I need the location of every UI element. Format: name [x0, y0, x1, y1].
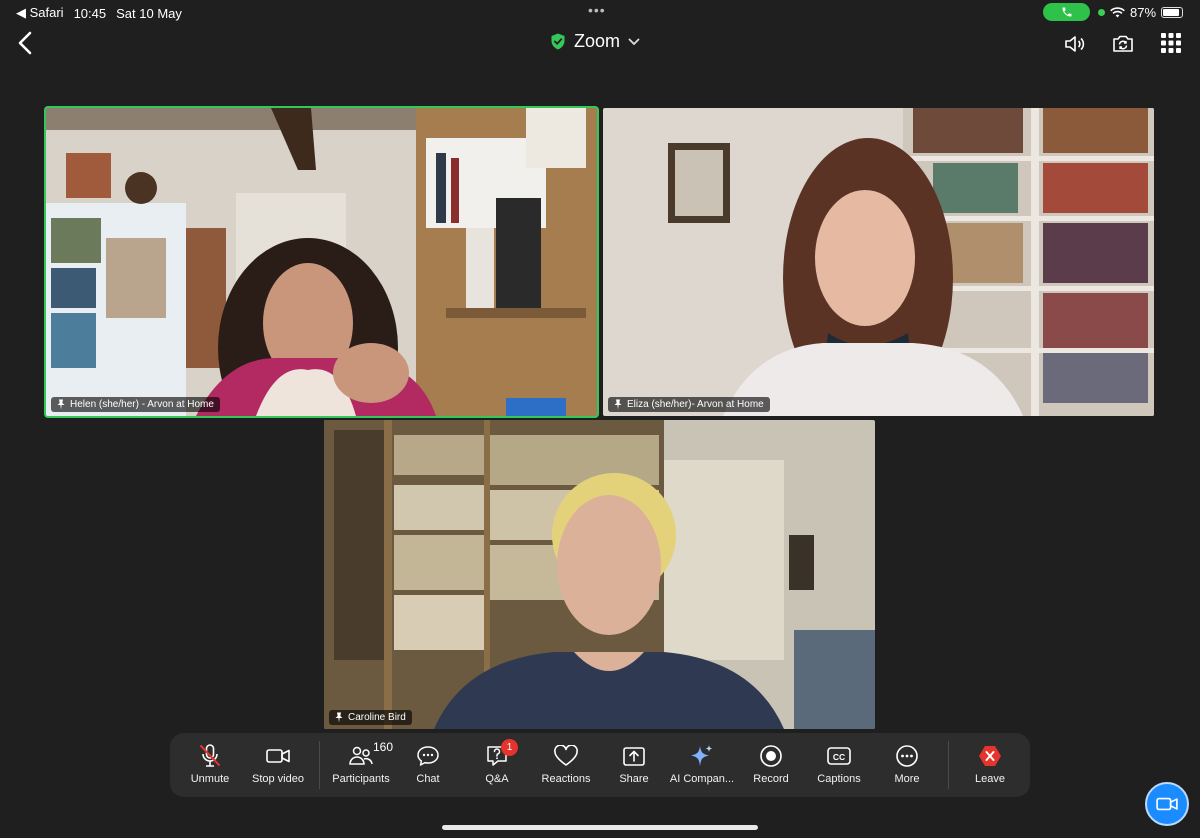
- video-tile-helen[interactable]: Helen (she/her) - Arvon at Home: [44, 106, 599, 418]
- speaker-icon: [1065, 36, 1085, 52]
- participant-video: [324, 420, 875, 729]
- status-time: 10:45: [73, 5, 107, 21]
- toolbar-divider: [948, 741, 949, 789]
- battery-icon: [1161, 7, 1184, 18]
- shield-check-icon: [551, 33, 565, 50]
- participants-label: Participants: [332, 773, 390, 785]
- captions-button[interactable]: CC Captions: [810, 733, 868, 797]
- leave-label: Leave: [975, 773, 1005, 785]
- meeting-toolbar: Unmute Stop video Participants 160 Chat …: [170, 733, 1030, 797]
- captions-icon-text: CC: [833, 752, 845, 762]
- qa-button[interactable]: 1 Q&A: [474, 733, 520, 797]
- pin-icon: [57, 399, 65, 410]
- ai-companion-label: AI Compan...: [669, 773, 735, 785]
- video-tile-eliza[interactable]: Eliza (she/her)- Arvon at Home: [603, 108, 1154, 416]
- unmute-button[interactable]: Unmute: [180, 733, 240, 797]
- back-to-safari[interactable]: ◀ Safari: [16, 5, 64, 21]
- qa-badge: 1: [501, 739, 518, 756]
- leave-icon: [979, 746, 1001, 766]
- multitasking-dots[interactable]: •••: [588, 2, 606, 18]
- participant-name: Helen (she/her) - Arvon at Home: [70, 399, 214, 410]
- participant-name: Eliza (she/her)- Arvon at Home: [627, 399, 764, 410]
- participant-video: [603, 108, 1154, 416]
- grid-icon: [1161, 33, 1181, 53]
- pin-icon: [335, 712, 343, 723]
- sparkle-icon: [691, 745, 713, 766]
- participant-video: [46, 108, 597, 416]
- stop-video-label: Stop video: [252, 773, 304, 785]
- participant-name: Caroline Bird: [348, 712, 406, 723]
- back-button[interactable]: [14, 30, 38, 56]
- record-button[interactable]: Record: [748, 733, 794, 797]
- battery-percent: 87%: [1130, 5, 1157, 20]
- wifi-icon: [1110, 7, 1125, 18]
- meeting-title-dropdown[interactable]: Zoom: [550, 31, 640, 52]
- status-date: Sat 10 May: [116, 5, 182, 21]
- switch-camera-button[interactable]: [1111, 32, 1135, 56]
- share-label: Share: [619, 773, 649, 785]
- more-icon: [896, 745, 918, 767]
- toolbar-divider: [319, 741, 320, 789]
- chat-label: Chat: [416, 773, 440, 785]
- record-icon: [760, 745, 782, 767]
- captions-label: Captions: [817, 773, 861, 785]
- speaker-button[interactable]: [1063, 32, 1087, 56]
- mic-muted-icon: [200, 744, 220, 767]
- ai-companion-button[interactable]: AI Compan...: [667, 733, 737, 797]
- pin-icon: [614, 399, 622, 410]
- reactions-label: Reactions: [541, 773, 591, 785]
- record-label: Record: [753, 773, 789, 785]
- reactions-button[interactable]: Reactions: [534, 733, 598, 797]
- video-tile-caroline[interactable]: Caroline Bird: [324, 420, 875, 729]
- share-icon: [623, 747, 645, 766]
- share-button[interactable]: Share: [612, 733, 656, 797]
- heart-icon: [554, 745, 578, 766]
- chevron-left-icon: [18, 31, 32, 55]
- more-label: More: [894, 773, 920, 785]
- participant-nametag: Helen (she/her) - Arvon at Home: [51, 397, 220, 412]
- chat-icon: [417, 746, 439, 766]
- unmute-label: Unmute: [190, 773, 230, 785]
- participants-icon: [349, 746, 373, 765]
- participant-nametag: Eliza (she/her)- Arvon at Home: [608, 397, 770, 412]
- floating-video-button[interactable]: [1145, 782, 1189, 826]
- chevron-down-icon: [628, 38, 640, 45]
- captions-icon: CC: [827, 747, 851, 765]
- call-indicator[interactable]: [1043, 3, 1090, 21]
- participants-count: 160: [373, 740, 394, 754]
- phone-icon: [1062, 7, 1071, 17]
- video-camera-icon: [1156, 797, 1178, 811]
- qa-label: Q&A: [485, 773, 509, 785]
- chat-button[interactable]: Chat: [406, 733, 450, 797]
- status-bar: ◀ Safari 10:45 Sat 10 May ••• 87%: [0, 0, 1200, 24]
- home-indicator[interactable]: [442, 825, 758, 830]
- meeting-title: Zoom: [574, 31, 621, 51]
- mic-in-use-dot: [1098, 9, 1105, 16]
- participant-nametag: Caroline Bird: [329, 710, 412, 725]
- gallery-view-button[interactable]: [1160, 32, 1184, 56]
- stop-video-button[interactable]: Stop video: [246, 733, 310, 797]
- camera-switch-icon: [1113, 35, 1133, 52]
- more-button[interactable]: More: [885, 733, 929, 797]
- leave-button[interactable]: Leave: [968, 733, 1012, 797]
- video-camera-icon: [266, 749, 290, 763]
